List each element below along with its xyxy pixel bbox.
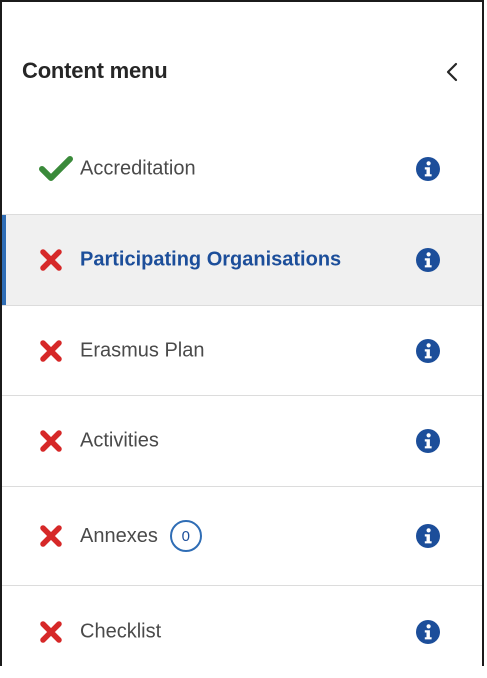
cross-icon [39,427,75,455]
menu-item-label: Erasmus Plan [80,339,205,361]
content-menu-list: Accreditation Participating Organisation… [2,124,482,678]
content-menu-title: Content menu [22,58,168,83]
info-icon[interactable] [416,429,440,453]
menu-item-annexes[interactable]: Annexes 0 [2,487,482,586]
cross-icon [39,522,75,550]
info-icon[interactable] [416,620,440,644]
cross-icon [39,337,75,365]
menu-item-label: Activities [80,429,159,452]
collapse-menu-button[interactable] [440,58,464,86]
info-icon[interactable] [416,524,440,548]
menu-item-annexes-label-group: Annexes 0 [80,520,202,552]
info-icon[interactable] [416,338,440,363]
cross-icon [39,618,75,646]
menu-item-activities[interactable]: Activities [2,396,482,487]
menu-item-label: Accreditation [80,157,196,180]
cross-icon [39,246,75,274]
info-icon[interactable] [416,157,440,181]
checkmark-icon [39,155,75,183]
menu-item-label: Annexes [80,524,158,547]
menu-item-participating-organisations[interactable]: Participating Organisations [2,215,482,306]
content-menu-header: Content menu [2,2,482,124]
content-menu-panel: Content menu Accreditation Participating… [0,0,484,666]
menu-item-checklist[interactable]: Checklist [2,586,482,678]
annexes-count-badge: 0 [169,520,202,552]
menu-item-erasmus-plan[interactable]: Erasmus Plan [2,306,482,396]
chevron-left-icon [446,62,458,82]
menu-item-label: Checklist [80,620,162,643]
menu-item-accreditation[interactable]: Accreditation [2,124,482,215]
menu-item-label: Participating Organisations [80,248,342,271]
info-icon[interactable] [416,248,440,272]
